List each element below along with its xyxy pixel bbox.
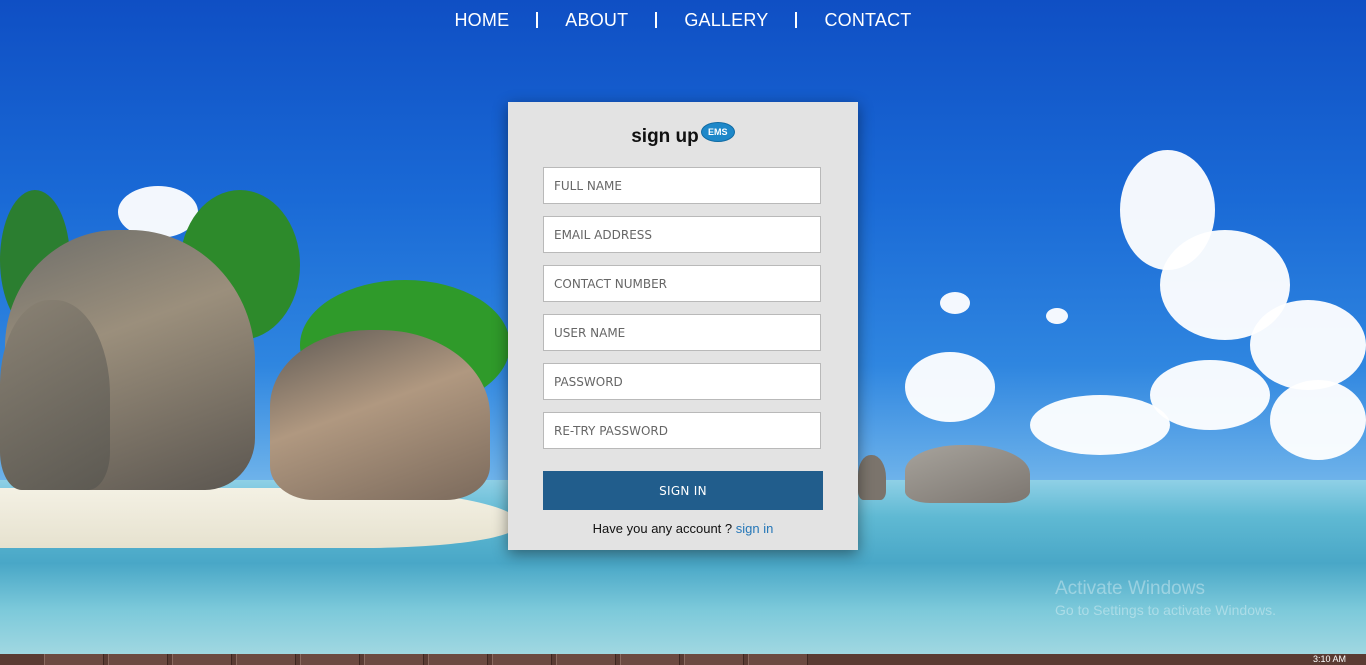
cloud [1270, 380, 1366, 460]
taskbar-app[interactable] [492, 654, 552, 665]
taskbar-app[interactable] [172, 654, 232, 665]
signup-title-text: sign up [631, 126, 699, 147]
watermark-title: Activate Windows [1055, 578, 1205, 599]
taskbar-app[interactable] [108, 654, 168, 665]
taskbar-app[interactable] [684, 654, 744, 665]
password-field[interactable] [543, 363, 821, 400]
account-prompt: Have you any account ? sign in [508, 521, 858, 536]
taskbar-clock[interactable]: 3:10 AM [1313, 654, 1346, 665]
nav-home-link[interactable]: HOME [427, 10, 536, 31]
cloud [905, 352, 995, 422]
granite-rock [0, 300, 110, 490]
cloud [1046, 308, 1068, 324]
taskbar-app[interactable] [300, 654, 360, 665]
cloud [1150, 360, 1270, 430]
taskbar-app[interactable] [748, 654, 808, 665]
granite-rock [858, 455, 886, 500]
email-field[interactable] [543, 216, 821, 253]
signup-card: sign upEMS SIGN IN Have you any account … [508, 102, 858, 550]
sign-in-button[interactable]: SIGN IN [543, 471, 823, 510]
taskbar-app[interactable] [364, 654, 424, 665]
start-button[interactable] [0, 654, 40, 665]
cloud [1030, 395, 1170, 455]
nav-gallery-link[interactable]: GALLERY [657, 10, 795, 31]
taskbar: 3:10 AM [0, 654, 1366, 665]
taskbar-app[interactable] [428, 654, 488, 665]
sign-in-link[interactable]: sign in [736, 521, 774, 536]
retry-password-field[interactable] [543, 412, 821, 449]
taskbar-app[interactable] [236, 654, 296, 665]
taskbar-app[interactable] [44, 654, 104, 665]
nav-contact-link[interactable]: CONTACT [797, 10, 938, 31]
ems-logo-icon: EMS [700, 122, 735, 142]
top-nav: HOME ABOUT GALLERY CONTACT [0, 8, 1366, 32]
granite-rock [270, 330, 490, 500]
full-name-field[interactable] [543, 167, 821, 204]
activation-watermark: Activate Windows Go to Settings to activ… [1055, 578, 1276, 618]
taskbar-app[interactable] [620, 654, 680, 665]
account-prompt-text: Have you any account ? [592, 521, 733, 536]
watermark-subtitle: Go to Settings to activate Windows. [1055, 602, 1276, 618]
contact-number-field[interactable] [543, 265, 821, 302]
taskbar-app[interactable] [556, 654, 616, 665]
cloud [1250, 300, 1366, 390]
nav-about-link[interactable]: ABOUT [538, 10, 655, 31]
cloud [940, 292, 970, 314]
username-field[interactable] [543, 314, 821, 351]
granite-rock [905, 445, 1030, 503]
signup-title: sign up EMS [508, 122, 858, 148]
